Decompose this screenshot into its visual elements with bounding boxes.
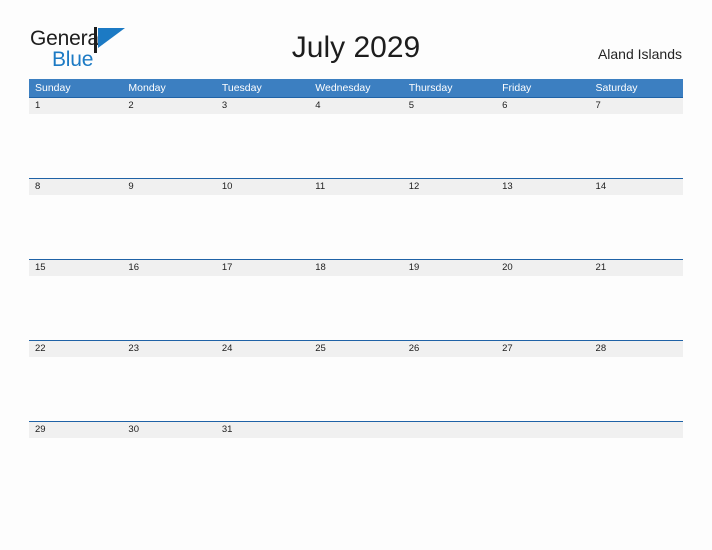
day-cell[interactable]: 5 xyxy=(403,98,496,114)
location-label: Aland Islands xyxy=(597,46,682,62)
day-cell[interactable]: 23 xyxy=(122,341,215,357)
day-cell[interactable]: 13 xyxy=(496,179,589,195)
day-cell[interactable]: 1 xyxy=(29,98,122,114)
week-note-area[interactable] xyxy=(29,114,683,179)
day-cell[interactable]: 29 xyxy=(29,422,122,438)
week-date-band: 22 23 24 25 26 27 28 xyxy=(29,340,683,357)
weekday-header-tuesday: Tuesday xyxy=(221,82,262,94)
day-cell-empty xyxy=(403,422,496,438)
day-cell[interactable]: 9 xyxy=(122,179,215,195)
day-cell[interactable]: 12 xyxy=(403,179,496,195)
calendar-grid: Sunday Monday Tuesday Wednesday Thursday… xyxy=(29,79,683,503)
week-date-band: 29 30 31 xyxy=(29,421,683,438)
day-cell[interactable]: 14 xyxy=(590,179,683,195)
day-cell[interactable]: 21 xyxy=(590,260,683,276)
weekday-header-row: Sunday Monday Tuesday Wednesday Thursday… xyxy=(29,79,683,97)
day-cell-empty xyxy=(309,422,402,438)
day-cell[interactable]: 10 xyxy=(216,179,309,195)
week-date-band: 1 2 3 4 5 6 7 xyxy=(29,97,683,114)
day-cell[interactable]: 2 xyxy=(122,98,215,114)
day-cell[interactable]: 20 xyxy=(496,260,589,276)
day-cell[interactable]: 24 xyxy=(216,341,309,357)
week-note-area[interactable] xyxy=(29,438,683,503)
calendar-week-row: 8 9 10 11 12 13 14 xyxy=(29,178,683,260)
week-note-area[interactable] xyxy=(29,357,683,422)
day-cell[interactable]: 6 xyxy=(496,98,589,114)
day-cell[interactable]: 15 xyxy=(29,260,122,276)
day-cell-empty xyxy=(496,422,589,438)
weekday-header-wednesday: Wednesday xyxy=(315,82,371,94)
day-cell[interactable]: 19 xyxy=(403,260,496,276)
week-date-band: 15 16 17 18 19 20 21 xyxy=(29,259,683,276)
weekday-header-thursday: Thursday xyxy=(408,82,453,94)
day-cell[interactable]: 25 xyxy=(309,341,402,357)
day-cell[interactable]: 4 xyxy=(309,98,402,114)
calendar-page: General Blue July 2029 Aland Islands Sun… xyxy=(0,0,712,550)
day-cell[interactable]: 11 xyxy=(309,179,402,195)
day-cell[interactable]: 30 xyxy=(122,422,215,438)
day-cell-empty xyxy=(590,422,683,438)
day-cell[interactable]: 28 xyxy=(590,341,683,357)
day-cell[interactable]: 22 xyxy=(29,341,122,357)
weekday-header-sunday: Sunday xyxy=(35,82,71,94)
week-note-area[interactable] xyxy=(29,195,683,260)
day-cell[interactable]: 3 xyxy=(216,98,309,114)
weekday-header-monday: Monday xyxy=(128,82,166,94)
day-cell[interactable]: 18 xyxy=(309,260,402,276)
weekday-header-friday: Friday xyxy=(502,82,532,94)
calendar-week-row: 22 23 24 25 26 27 28 xyxy=(29,340,683,422)
day-cell[interactable]: 17 xyxy=(216,260,309,276)
day-cell[interactable]: 16 xyxy=(122,260,215,276)
week-note-area[interactable] xyxy=(29,276,683,341)
day-cell[interactable]: 8 xyxy=(29,179,122,195)
day-cell[interactable]: 27 xyxy=(496,341,589,357)
day-cell[interactable]: 7 xyxy=(590,98,683,114)
day-cell[interactable]: 31 xyxy=(216,422,309,438)
week-date-band: 8 9 10 11 12 13 14 xyxy=(29,178,683,195)
calendar-week-row: 1 2 3 4 5 6 7 xyxy=(29,97,683,179)
weekday-header-saturday: Saturday xyxy=(595,82,638,94)
page-header: General Blue July 2029 Aland Islands xyxy=(0,0,712,79)
day-cell[interactable]: 26 xyxy=(403,341,496,357)
calendar-week-row: 15 16 17 18 19 20 21 xyxy=(29,259,683,341)
calendar-week-row: 29 30 31 xyxy=(29,421,683,503)
